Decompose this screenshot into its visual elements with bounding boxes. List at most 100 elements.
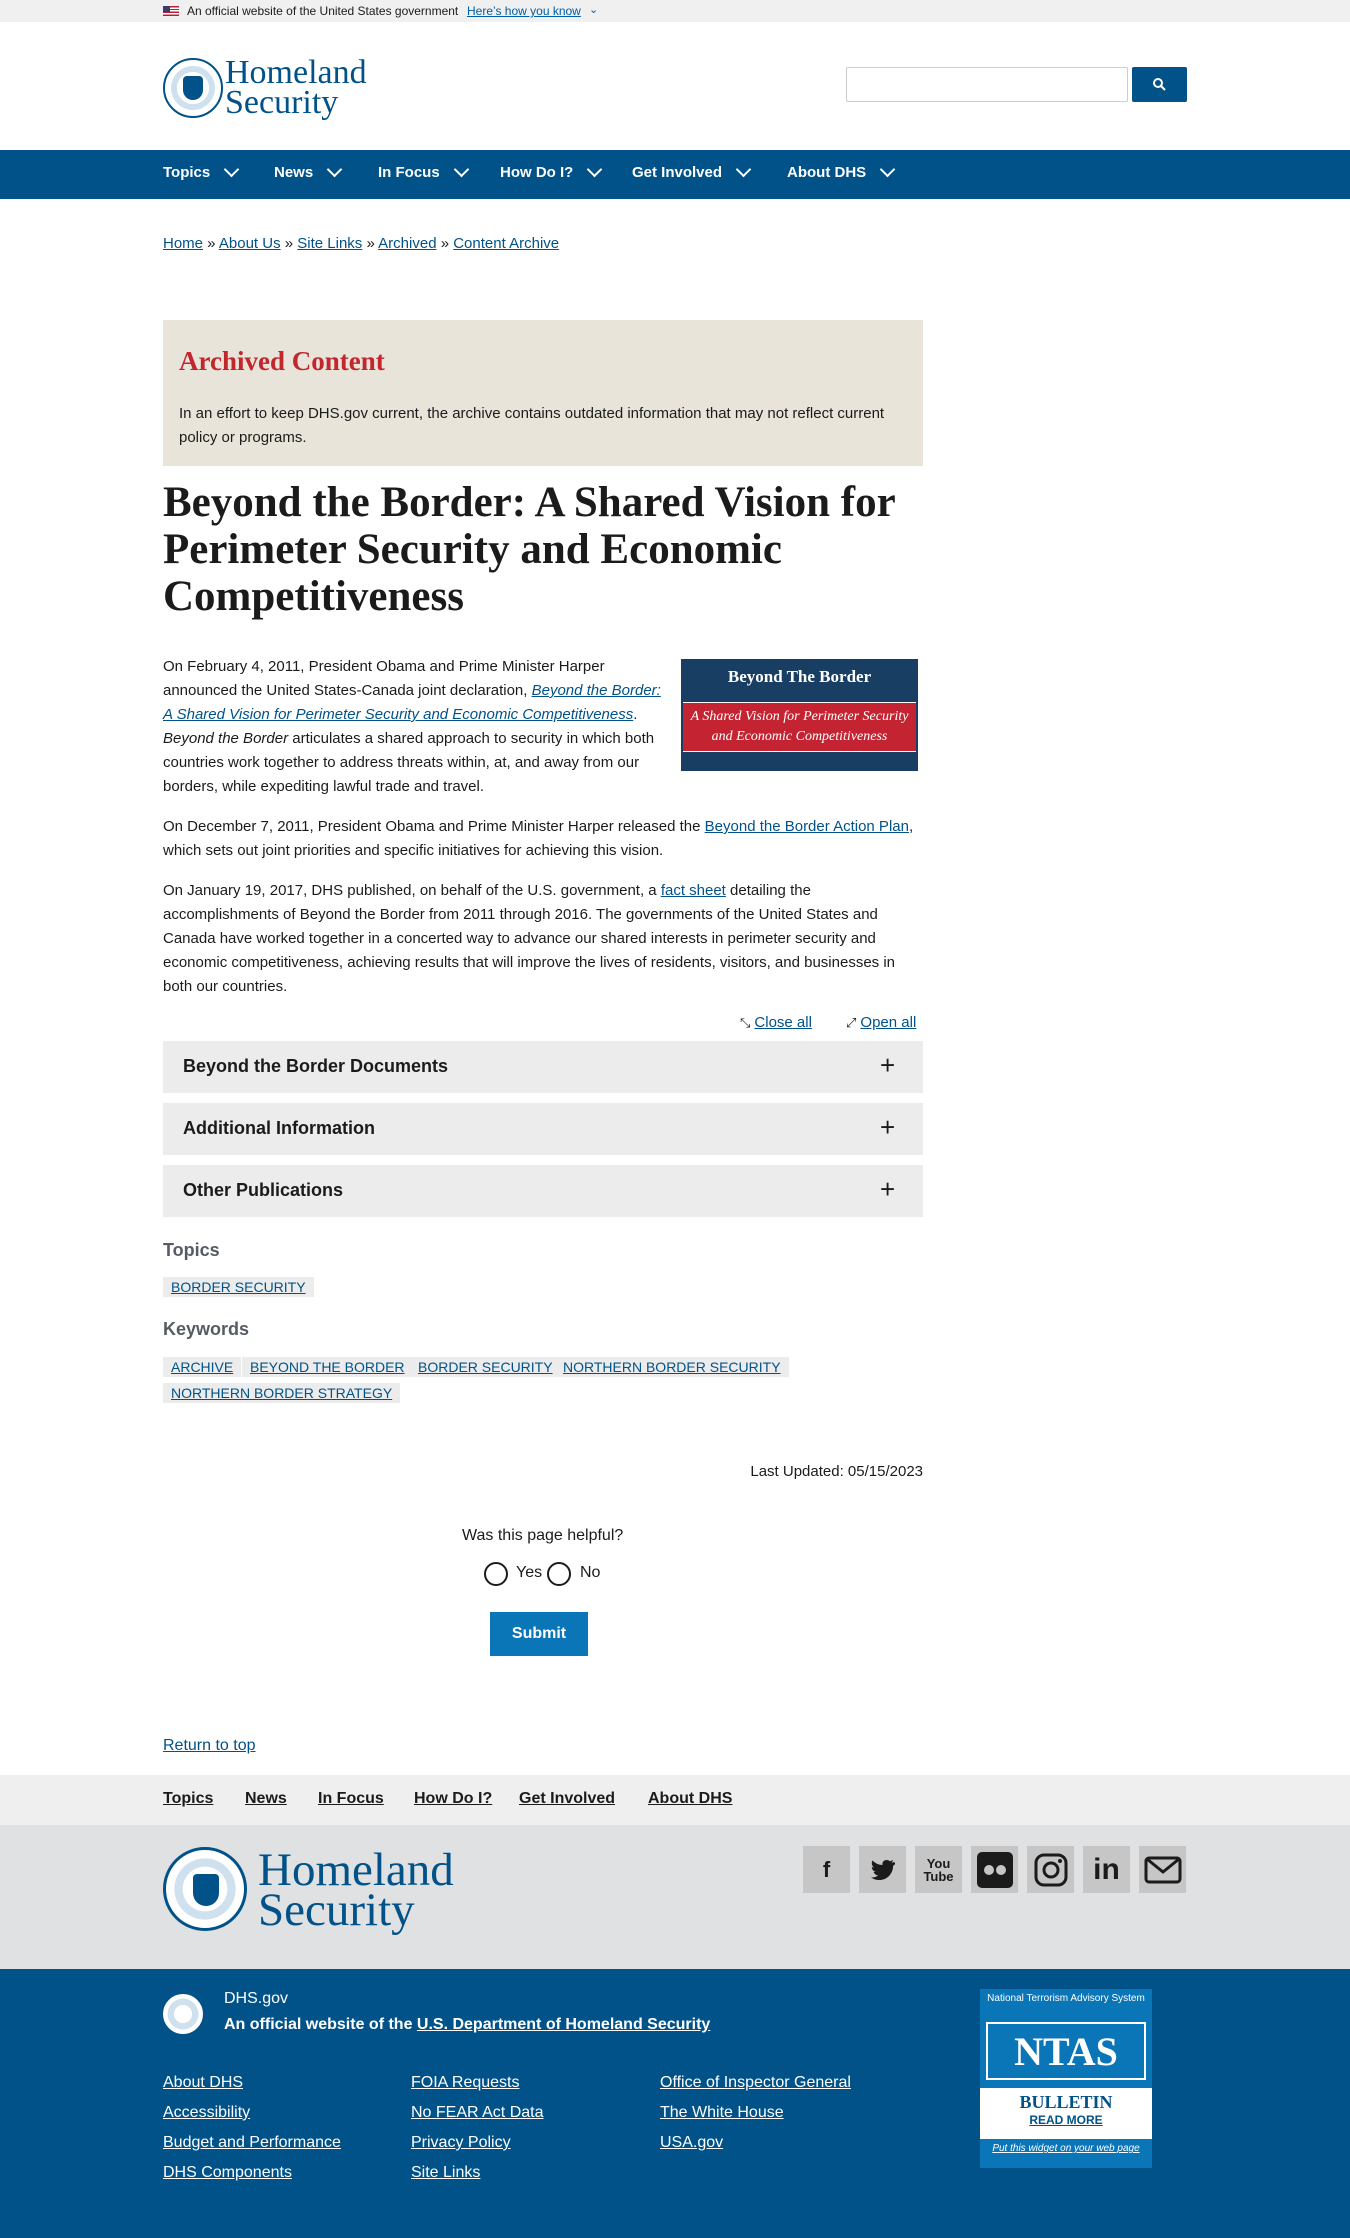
footer-nav-get-involved[interactable]: Get Involved bbox=[519, 1790, 615, 1808]
keyword-tag[interactable]: BORDER SECURITY bbox=[410, 1357, 561, 1377]
nav-label: How Do I? bbox=[500, 164, 574, 181]
flickr-icon[interactable] bbox=[971, 1846, 1018, 1893]
image-title: Beyond The Border bbox=[727, 667, 872, 686]
keyword-tag[interactable]: BEYOND THE BORDER bbox=[242, 1357, 413, 1377]
search-input[interactable] bbox=[846, 67, 1128, 102]
nav-label: Get Involved bbox=[632, 164, 723, 181]
ntas-bulletin: BULLETIN bbox=[1019, 2092, 1113, 2112]
breadcrumb-separator: » bbox=[436, 235, 454, 252]
footer-link[interactable]: FOIA Requests bbox=[411, 2074, 520, 2092]
plus-icon: + bbox=[880, 1050, 896, 1080]
ntas-widget[interactable]: National Terrorism Advisory System NTAS … bbox=[980, 1989, 1152, 2168]
footer-nav-how-do-i[interactable]: How Do I? bbox=[414, 1790, 492, 1808]
breadcrumb: Home » About Us » Site Links » Archived … bbox=[163, 235, 559, 252]
chevron-down-icon bbox=[587, 161, 603, 178]
yes-radio[interactable] bbox=[484, 1562, 508, 1586]
chevron-down-icon bbox=[735, 161, 752, 178]
page-title: Beyond the Border: A Shared Vision for P… bbox=[163, 479, 895, 620]
yes-label: Yes bbox=[516, 1564, 543, 1581]
close-all-link[interactable]: Close all bbox=[754, 1014, 812, 1031]
chevron-down-icon bbox=[326, 161, 343, 178]
return-to-top-link[interactable]: Return to top bbox=[163, 1737, 256, 1755]
plus-icon: + bbox=[880, 1174, 896, 1204]
site-logo[interactable]: Homeland Security bbox=[225, 56, 367, 121]
nav-get-involved[interactable]: Get Involved bbox=[632, 161, 752, 181]
footer-official-notice: An official website of the U.S. Departme… bbox=[224, 2016, 710, 2034]
footer-link[interactable]: Budget and Performance bbox=[163, 2134, 341, 2152]
footer-link[interactable]: Accessibility bbox=[163, 2104, 250, 2122]
linkedin-icon[interactable]: in bbox=[1083, 1846, 1130, 1893]
action-plan-paragraph: On December 7, 2011, President Obama and… bbox=[163, 815, 923, 863]
footer-nav-about-dhs[interactable]: About DHS bbox=[648, 1790, 732, 1808]
footer-link[interactable]: The White House bbox=[660, 2104, 784, 2122]
fact-sheet-link[interactable]: fact sheet bbox=[661, 882, 726, 899]
us-flag-icon bbox=[163, 6, 179, 16]
expand-icon: ⤢ bbox=[846, 1015, 857, 1030]
beyond-the-border-image: Beyond The Border A Shared Vision for Pe… bbox=[681, 659, 918, 771]
topic-tag[interactable]: BORDER SECURITY bbox=[163, 1277, 314, 1297]
instagram-icon[interactable] bbox=[1027, 1846, 1074, 1893]
footer-link[interactable]: Site Links bbox=[411, 2164, 480, 2182]
search-button[interactable] bbox=[1132, 67, 1187, 102]
accordion-other-publications[interactable]: Other Publications + bbox=[163, 1165, 923, 1218]
no-radio[interactable] bbox=[547, 1562, 571, 1586]
breadcrumb-content-archive[interactable]: Content Archive bbox=[453, 235, 559, 252]
no-label: No bbox=[580, 1564, 601, 1581]
breadcrumb-site-links[interactable]: Site Links bbox=[297, 235, 362, 252]
nav-about-dhs[interactable]: About DHS bbox=[787, 161, 896, 181]
image-subtitle: A Shared Vision for Perimeter Security a… bbox=[690, 709, 909, 744]
ntas-widget-link[interactable]: Put this widget on your web page bbox=[980, 2139, 1152, 2168]
facebook-icon[interactable]: f bbox=[803, 1846, 850, 1893]
footer-nav-topics[interactable]: Topics bbox=[163, 1790, 213, 1808]
accordion-additional-information[interactable]: Additional Information + bbox=[163, 1103, 923, 1156]
gov-banner-text: An official website of the United States… bbox=[187, 4, 459, 18]
search-icon bbox=[1153, 78, 1166, 91]
twitter-icon[interactable] bbox=[859, 1846, 906, 1893]
footer-nav-news[interactable]: News bbox=[245, 1790, 287, 1808]
text: An official website of the bbox=[224, 2016, 417, 2033]
nav-topics[interactable]: Topics bbox=[163, 161, 240, 181]
dhs-seal-icon[interactable] bbox=[163, 58, 223, 118]
close-all-control[interactable]: ⤡ Close all bbox=[740, 1014, 812, 1031]
footer-logo[interactable]: Homeland Security bbox=[258, 1847, 454, 1934]
footer-link[interactable]: Privacy Policy bbox=[411, 2134, 511, 2152]
footer-site-name: DHS.gov bbox=[224, 1990, 289, 2007]
nav-news[interactable]: News bbox=[274, 161, 343, 181]
how-you-know-link[interactable]: Here’s how you know bbox=[467, 4, 581, 18]
nav-label: About DHS bbox=[787, 164, 867, 181]
footer-link[interactable]: DHS Components bbox=[163, 2164, 292, 2182]
breadcrumb-about-us[interactable]: About Us bbox=[219, 235, 281, 252]
dhs-seal-icon[interactable] bbox=[163, 1847, 247, 1931]
accordion-beyond-the-border-documents[interactable]: Beyond the Border Documents + bbox=[163, 1041, 923, 1094]
keyword-tag[interactable]: ARCHIVE bbox=[163, 1357, 242, 1377]
breadcrumb-separator: » bbox=[203, 235, 219, 252]
breadcrumb-separator: » bbox=[362, 235, 379, 252]
logo-line2: Security bbox=[225, 84, 339, 121]
footer-link[interactable]: Office of Inspector General bbox=[660, 2074, 851, 2092]
breadcrumb-archived[interactable]: Archived bbox=[378, 235, 436, 252]
ntas-read-more-link[interactable]: READ MORE bbox=[980, 2113, 1152, 2127]
keyword-tag[interactable]: NORTHERN BORDER STRATEGY bbox=[163, 1383, 401, 1403]
chevron-down-icon bbox=[223, 161, 240, 178]
footer-link[interactable]: No FEAR Act Data bbox=[411, 2104, 544, 2122]
dhs-link[interactable]: U.S. Department of Homeland Security bbox=[417, 2016, 710, 2033]
submit-button[interactable]: Submit bbox=[490, 1612, 588, 1656]
keyword-tag[interactable]: NORTHERN BORDER SECURITY bbox=[555, 1357, 789, 1377]
open-all-link[interactable]: Open all bbox=[860, 1014, 916, 1031]
chevron-down-icon bbox=[453, 161, 469, 178]
footer-link[interactable]: About DHS bbox=[163, 2074, 243, 2092]
footer-link[interactable]: USA.gov bbox=[660, 2134, 723, 2152]
action-plan-link[interactable]: Beyond the Border Action Plan bbox=[705, 818, 909, 835]
ntas-logo: NTAS bbox=[986, 2022, 1146, 2080]
email-icon[interactable] bbox=[1139, 1846, 1186, 1893]
chevron-down-icon: ⌄ bbox=[589, 4, 599, 16]
text-emphasis: Beyond the Border bbox=[163, 730, 289, 747]
youtube-icon[interactable]: You Tube bbox=[915, 1846, 962, 1893]
nav-in-focus[interactable]: In Focus bbox=[378, 161, 469, 181]
nav-label: News bbox=[274, 164, 314, 181]
footer-nav-in-focus[interactable]: In Focus bbox=[318, 1790, 384, 1808]
nav-how-do-i[interactable]: How Do I? bbox=[500, 161, 603, 181]
breadcrumb-home[interactable]: Home bbox=[163, 235, 203, 252]
open-all-control[interactable]: ⤢ Open all bbox=[846, 1014, 916, 1031]
page: An official website of the United States… bbox=[0, 0, 1350, 2238]
